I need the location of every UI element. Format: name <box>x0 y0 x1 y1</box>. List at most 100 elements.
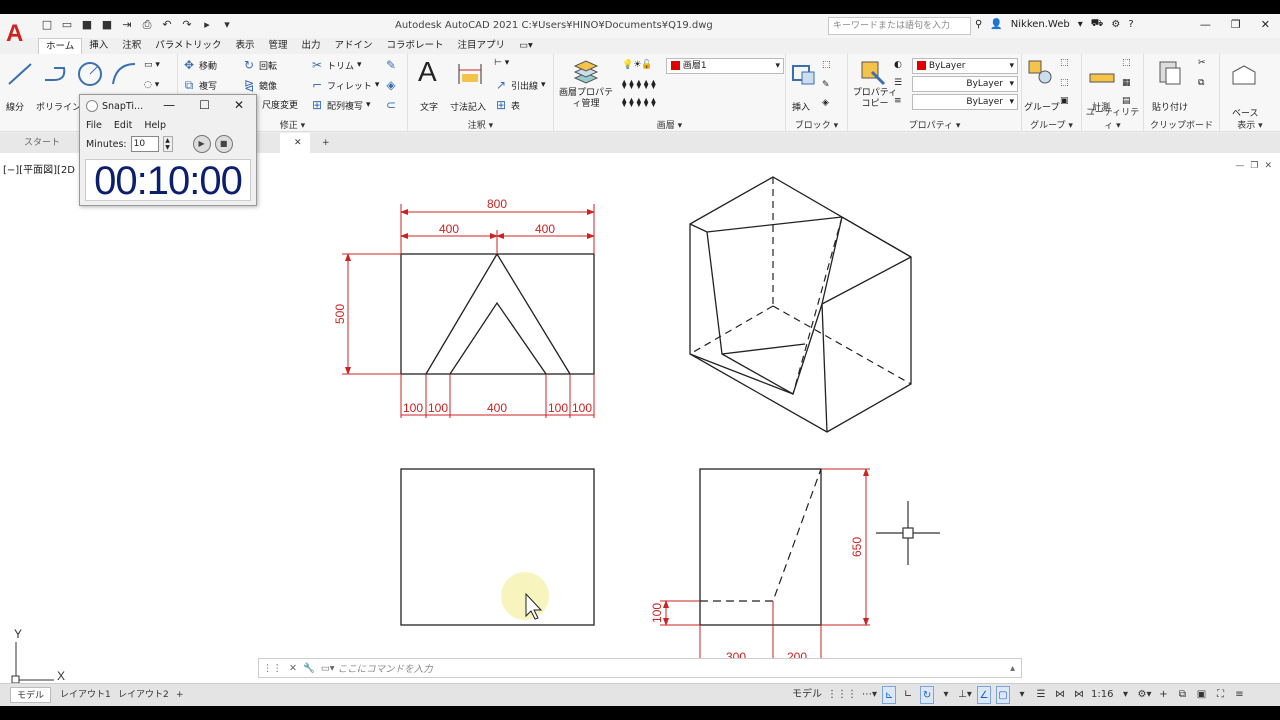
tab-addins[interactable]: アドイン <box>328 38 380 54</box>
text-button-label[interactable]: 文字 <box>420 100 438 113</box>
leader-button[interactable]: ↗ 引出線 ▾ <box>494 78 546 92</box>
color-wheel-icon[interactable]: ◐ <box>894 60 902 70</box>
binoculars-icon[interactable]: ⚲ <box>975 19 982 30</box>
layer-properties-icon[interactable] <box>572 58 600 86</box>
explode-icon[interactable]: ◈ <box>384 78 398 92</box>
tab-parametric[interactable]: パラメトリック <box>148 38 228 54</box>
clipboard-panel-title[interactable]: クリップボード <box>1144 118 1219 131</box>
search-input[interactable]: キーワードまたは語句を入力 <box>828 17 971 35</box>
add-layout-icon[interactable]: + <box>170 687 190 703</box>
hatch-icon[interactable]: ◌ ▾ <box>144 80 159 90</box>
color-dropdown[interactable]: ByLayer ▾ <box>912 58 1018 74</box>
ribbon-options-icon[interactable]: ▭▾ <box>512 38 540 54</box>
group-icon[interactable] <box>1026 58 1054 86</box>
redo-icon[interactable]: ↷ <box>180 18 194 32</box>
autocad-logo[interactable]: A <box>6 20 32 48</box>
base-view-icon[interactable] <box>1230 62 1258 90</box>
ortho-icon[interactable]: ∟ <box>901 686 915 704</box>
linetype-dropdown[interactable]: ByLayer ▾ <box>912 76 1018 92</box>
group-button-label[interactable]: グループ <box>1024 100 1059 113</box>
user-icon[interactable]: 👤 <box>990 19 1002 30</box>
rotate-button[interactable]: ↻ 回転 <box>242 58 277 72</box>
tab-collaborate[interactable]: コラボレート <box>380 38 451 54</box>
print-icon[interactable]: ⎙ <box>140 18 154 32</box>
dimension-button-label[interactable]: 寸法記入 <box>450 100 486 113</box>
array-button[interactable]: ⊞ 配列複写 ▾ <box>310 98 371 112</box>
isodraft-icon[interactable]: ⊥▾ <box>958 686 972 704</box>
user-name[interactable]: Nikken.Web <box>1011 19 1070 30</box>
create-block-icon[interactable]: ⬚ <box>822 60 831 70</box>
wrench-icon[interactable]: 🔧 <box>300 663 318 674</box>
help-icon[interactable]: ? <box>1128 19 1133 30</box>
undo-icon[interactable]: ↶ <box>160 18 174 32</box>
linear-dim-icon[interactable]: ⊢ ▾ <box>494 58 509 68</box>
scale-button[interactable]: 尺度変更 <box>262 98 298 111</box>
chevron-down-icon[interactable]: ▾ <box>1078 19 1083 30</box>
share-icon[interactable]: ▸ <box>200 18 214 32</box>
snaptimer-maximize-icon[interactable]: ☐ <box>199 98 210 112</box>
autoscale-icon[interactable]: ⋈ <box>1072 686 1086 704</box>
quick-select-icon[interactable]: ⬚ <box>1122 58 1131 68</box>
copy-button[interactable]: ⧉ 複写 <box>182 78 217 92</box>
osnap-dropdown-icon[interactable]: ▾ <box>1015 686 1029 704</box>
utilities-panel-title[interactable]: ユーティリティ ▾ <box>1082 105 1143 131</box>
dimension-icon[interactable] <box>456 60 484 88</box>
play-button[interactable]: ▶ <box>192 135 211 153</box>
polar-dropdown-icon[interactable]: ▾ <box>939 686 953 704</box>
open-folder-icon[interactable]: ▭ <box>60 18 74 32</box>
groups-panel-title[interactable]: グループ ▾ <box>1022 118 1081 131</box>
polyline-icon[interactable] <box>42 60 70 88</box>
cart-icon[interactable]: ⛟ <box>1091 18 1104 31</box>
minutes-spinner[interactable]: ▲ ▼ <box>162 136 173 152</box>
annotation-scale[interactable]: 1:16 <box>1091 686 1113 704</box>
start-tab[interactable]: スタート <box>0 133 60 153</box>
minutes-input[interactable]: 10 <box>130 136 159 152</box>
line-button-label[interactable]: 線分 <box>6 100 24 113</box>
view-panel-title[interactable]: 表示 ▾ <box>1220 118 1280 131</box>
isolate-objects-icon[interactable]: ⧉ <box>1176 686 1190 704</box>
lineweight-toggle-icon[interactable]: ☰ <box>1034 686 1048 704</box>
select-all-icon[interactable]: ▦ <box>1122 78 1131 88</box>
command-history-icon[interactable]: ▭▾ <box>318 663 338 674</box>
layers-panel-title[interactable]: 画層 ▾ <box>554 118 785 131</box>
edit-block-icon[interactable]: ✎ <box>822 80 830 90</box>
save-as-icon[interactable]: ■ <box>100 18 114 32</box>
layout-tab-1[interactable]: レイアウト1 <box>54 687 117 703</box>
match-properties-icon[interactable] <box>858 58 886 86</box>
line-icon[interactable] <box>6 60 34 88</box>
trim-button[interactable]: ✂ トリム ▾ <box>310 58 362 72</box>
menu-help[interactable]: Help <box>144 120 166 131</box>
tab-insert[interactable]: 挿入 <box>82 38 115 54</box>
text-icon[interactable]: A <box>418 56 437 88</box>
new-tab-icon[interactable]: + <box>312 133 330 153</box>
group-select-icon[interactable]: ▣ <box>1060 96 1069 106</box>
fillet-button[interactable]: ⌐ フィレット ▾ <box>310 78 379 92</box>
new-file-icon[interactable]: □ <box>40 18 54 32</box>
object-snap-tracking-icon[interactable]: ∠ <box>977 686 992 704</box>
annotation-monitor-icon[interactable]: + <box>1157 686 1171 704</box>
snaptimer-minimize-icon[interactable]: — <box>163 98 175 112</box>
layer-state-icons[interactable]: 💡☀🔓 <box>622 60 652 70</box>
measure-icon[interactable] <box>1088 64 1116 92</box>
annotation-panel-title[interactable]: 注釈 ▾ <box>408 118 553 131</box>
customize-icon[interactable]: ≡ <box>1233 686 1247 704</box>
polar-tracking-icon[interactable]: ↻ <box>920 686 935 704</box>
clean-screen-icon[interactable]: ⛶ <box>1214 686 1228 704</box>
qat-menu-icon[interactable]: ▾ <box>220 18 234 32</box>
stop-button[interactable]: ■ <box>214 135 233 153</box>
rectangle-icon[interactable]: ▭ ▾ <box>144 60 160 70</box>
drawing-canvas[interactable]: [−][平面図][2D ワ — ❐ ✕ 800 400 400 500 100 … <box>0 94 1280 683</box>
paste-icon[interactable] <box>1156 58 1184 86</box>
command-input[interactable]: ここにコマンドを入力 <box>338 661 1005 675</box>
layout-tab-model[interactable]: モデル <box>10 687 52 703</box>
workspace-gear-icon[interactable]: ⚙▾ <box>1138 686 1152 704</box>
arc-icon[interactable] <box>110 60 138 88</box>
grip-icon[interactable]: ⋮⋮ <box>259 663 286 674</box>
match-properties-label[interactable]: プロパティコピー <box>852 88 898 110</box>
layer-tools-row1[interactable]: ⧫ ⧫ ⧫ ⧫ ⧫ <box>622 80 656 90</box>
snaptimer-close-icon[interactable]: ✕ <box>234 98 244 112</box>
move-button[interactable]: ✥ 移動 <box>182 58 217 72</box>
close-icon[interactable]: ✕ <box>1261 18 1270 31</box>
object-snap-icon[interactable]: ▢ <box>996 686 1011 704</box>
menu-edit[interactable]: Edit <box>114 120 132 131</box>
